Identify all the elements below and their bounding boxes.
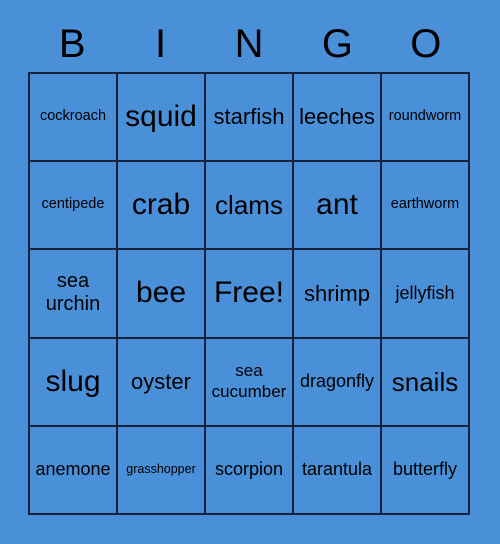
bingo-cell[interactable]: anemone xyxy=(30,426,118,515)
bingo-cell[interactable]: cockroach xyxy=(30,74,118,163)
bingo-cell-label: squid xyxy=(125,99,197,133)
bingo-cell-label: cockroach xyxy=(39,108,107,125)
bingo-cell-label: tarantula xyxy=(301,459,373,480)
bingo-cell[interactable]: earthworm xyxy=(382,162,470,251)
header-letter-o: O xyxy=(410,22,442,66)
bingo-free-space[interactable]: Free! xyxy=(206,250,294,339)
bingo-cell[interactable]: shrimp xyxy=(294,250,382,339)
bingo-cell[interactable]: jellyfish xyxy=(382,250,470,339)
bingo-grid: cockroach squid starfish leeches roundworm ce… xyxy=(28,72,470,515)
bingo-cell[interactable]: ant xyxy=(294,162,382,251)
bingo-cell-label: sea cucumber xyxy=(211,361,287,401)
bingo-cell[interactable]: sea cucumber xyxy=(206,338,294,427)
bingo-card: B I N G O cockroach squid starfish leeches r… xyxy=(0,0,500,544)
bingo-cell[interactable]: centipede xyxy=(30,162,118,251)
bingo-cell[interactable]: sea urchin xyxy=(30,250,118,339)
bingo-cell-label: slug xyxy=(45,364,101,398)
header-letter-b: B xyxy=(58,22,86,66)
bingo-cell[interactable]: tarantula xyxy=(294,426,382,515)
bingo-cell-label: roundworm xyxy=(388,108,462,125)
bingo-cell-label: centipede xyxy=(41,196,105,213)
bingo-cell-label: shrimp xyxy=(303,280,370,306)
header-letter-i: I xyxy=(155,22,167,66)
bingo-cell[interactable]: grasshopper xyxy=(118,426,206,515)
bingo-cell-label: bee xyxy=(135,276,187,310)
bingo-cell[interactable]: roundworm xyxy=(382,74,470,163)
bingo-cell-label: snails xyxy=(391,366,459,397)
bingo-cell-label: Free! xyxy=(213,276,285,310)
bingo-cell-label: sea urchin xyxy=(45,269,101,316)
bingo-cell-label: anemone xyxy=(35,459,111,480)
bingo-cell[interactable]: snails xyxy=(382,338,470,427)
bingo-header: B I N G O xyxy=(28,16,470,72)
header-letter-g: G xyxy=(321,22,353,66)
bingo-cell-label: scorpion xyxy=(214,459,284,480)
bingo-cell-label: earthworm xyxy=(390,196,460,213)
bingo-cell-label: clams xyxy=(215,190,283,221)
bingo-cell[interactable]: leeches xyxy=(294,74,382,163)
bingo-cell-label: ant xyxy=(316,188,358,222)
bingo-cell[interactable]: scorpion xyxy=(206,426,294,515)
bingo-cell[interactable]: oyster xyxy=(118,338,206,427)
bingo-cell[interactable]: starfish xyxy=(206,74,294,163)
bingo-cell[interactable]: slug xyxy=(30,338,118,427)
header-letter-n: N xyxy=(234,22,264,66)
bingo-cell-label: crab xyxy=(131,188,191,222)
bingo-cell-label: dragonfly xyxy=(299,370,375,391)
bingo-cell-label: grasshopper xyxy=(126,462,196,477)
bingo-cell[interactable]: dragonfly xyxy=(294,338,382,427)
bingo-cell-label: oyster xyxy=(131,368,191,394)
bingo-cell-label: jellyfish xyxy=(395,282,455,303)
bingo-cell[interactable]: bee xyxy=(118,250,206,339)
bingo-cell[interactable]: squid xyxy=(118,74,206,163)
bingo-cell-label: leeches xyxy=(299,104,375,130)
bingo-cell-label: butterfly xyxy=(392,459,458,480)
bingo-cell[interactable]: butterfly xyxy=(382,426,470,515)
bingo-cell[interactable]: crab xyxy=(118,162,206,251)
bingo-cell-label: starfish xyxy=(213,104,285,130)
bingo-cell[interactable]: clams xyxy=(206,162,294,251)
